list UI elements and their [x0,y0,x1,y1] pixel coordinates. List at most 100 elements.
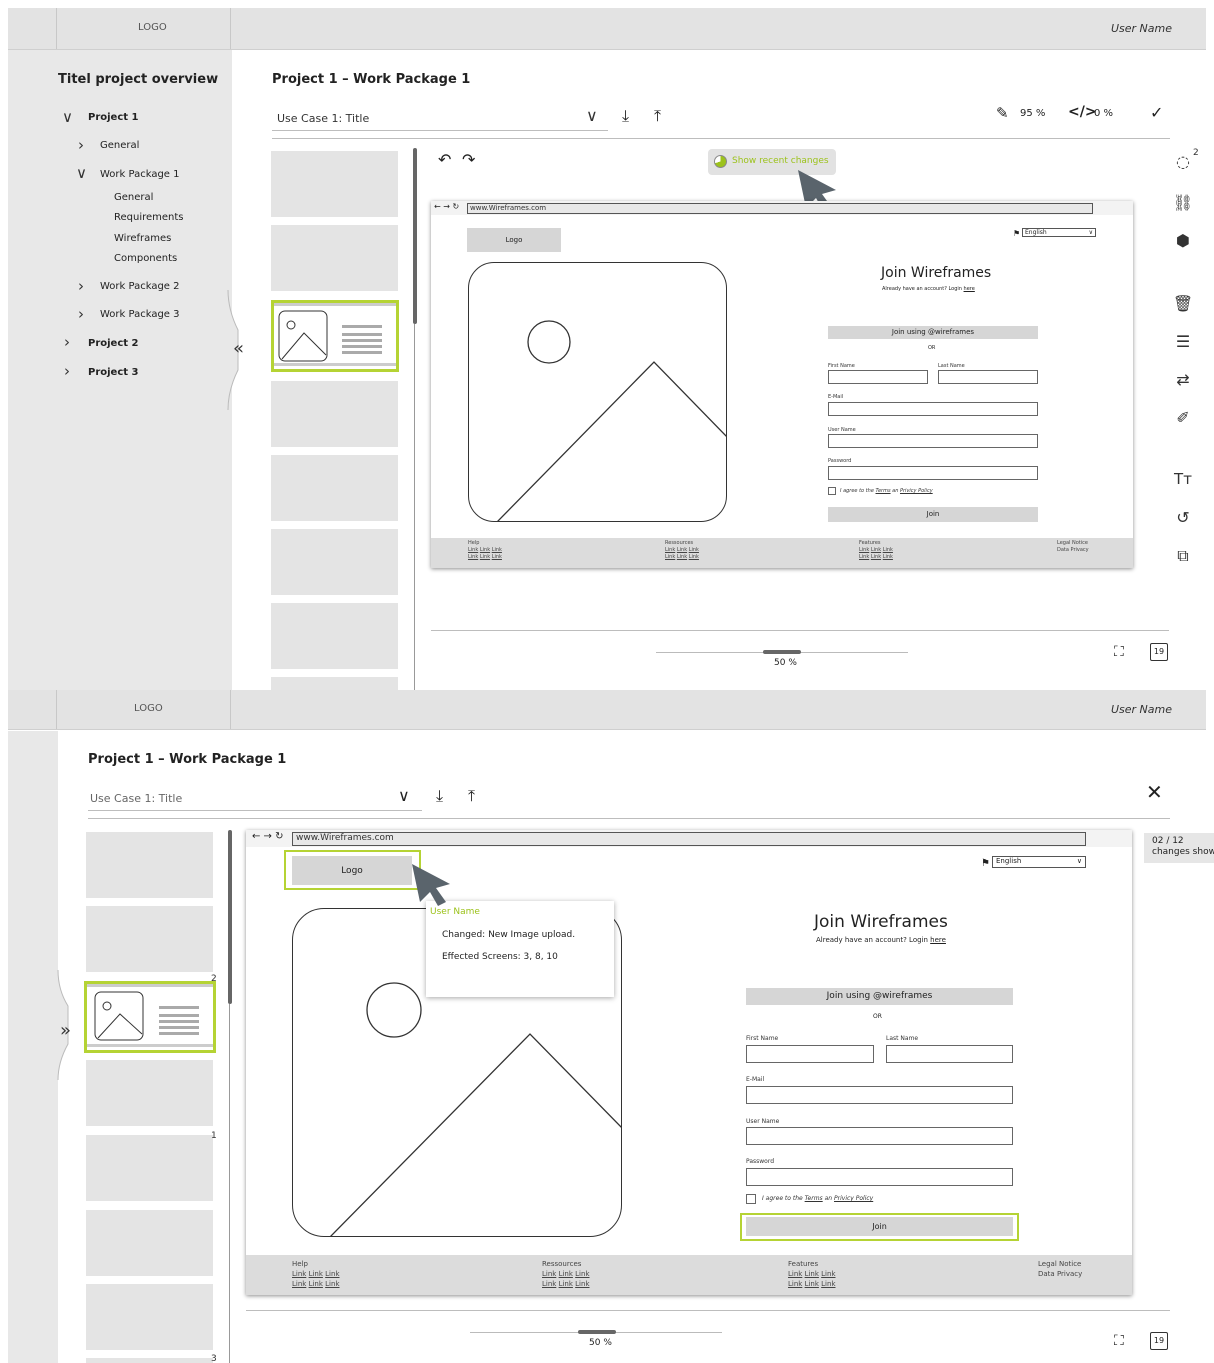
wireframe-footer: Help Link Link Link Link Link Link Resso… [246,1255,1132,1295]
trash-icon[interactable]: 🗑 [1172,292,1194,314]
thumbnail[interactable] [86,1060,213,1126]
agree-checkbox[interactable] [746,1194,756,1204]
login-link[interactable]: here [930,936,946,944]
collapse-sidebar-icon[interactable]: « [233,338,244,359]
close-icon[interactable]: ✕ [1146,780,1163,804]
thumbnail-selected[interactable] [84,981,216,1053]
tree-wp1-requirements[interactable]: Requirements [114,212,184,223]
tree-work-package-3[interactable]: Work Package 3 [100,309,180,320]
thumb-scrollbar[interactable] [413,148,417,324]
tree-general[interactable]: General [100,140,139,151]
thumbnail[interactable] [271,603,398,669]
comment-icon[interactable]: ◌ [1172,150,1194,172]
tree-project-2[interactable]: Project 2 [88,338,139,349]
last-name-field[interactable] [886,1045,1013,1063]
thumb-scrollbar[interactable] [228,830,232,1004]
wireframe-logo[interactable]: Logo [292,856,412,885]
language-select[interactable]: English ∨ [1022,228,1096,237]
tree-wp1-components[interactable]: Components [114,253,177,264]
list-icon[interactable]: ☰ [1172,330,1194,352]
password-field[interactable] [746,1168,1013,1186]
zoom-slider-handle[interactable] [578,1330,616,1334]
pencil-icon[interactable]: ✎ [996,104,1009,122]
url-text[interactable]: www.Wireframes.com [470,204,546,212]
thumbnail[interactable] [86,906,213,972]
thumb-change-badge: 2 [211,974,217,984]
sidebar-title: Titel project overview [58,72,219,87]
url-text[interactable]: www.Wireframes.com [296,833,394,843]
tree-work-package-2[interactable]: Work Package 2 [100,281,180,292]
chevron-down-icon[interactable]: ∨ [62,108,73,126]
expand-sidebar-icon[interactable]: » [60,1020,71,1041]
layers-icon[interactable]: ⧉ [1172,545,1194,567]
text-size-icon[interactable]: Tт [1172,468,1194,490]
thumbnail[interactable] [271,677,398,690]
chevron-right-icon[interactable]: › [78,136,84,154]
chevron-down-icon[interactable]: ∨ [586,106,598,125]
login-link[interactable]: here [964,286,975,292]
last-name-field[interactable] [938,370,1038,384]
thumbnail[interactable] [271,151,398,217]
tree-wp1-wireframes[interactable]: Wireframes [114,233,171,244]
user-name[interactable]: User Name [1111,22,1172,35]
calendar-icon[interactable]: 19 [1150,1332,1168,1350]
thumb-change-badge: 3 [211,1354,217,1363]
thumbnail[interactable] [86,1135,213,1201]
thumbnail-selected[interactable] [271,300,399,372]
join-using-button[interactable]: Join using @wireframes [828,326,1038,339]
username-field[interactable] [828,434,1038,448]
join-button[interactable]: Join [828,507,1038,522]
tree-work-package-1[interactable]: Work Package 1 [100,169,180,180]
join-button[interactable]: Join [746,1217,1013,1236]
chevron-down-icon[interactable]: ∨ [76,164,87,182]
thumbnail[interactable] [86,1358,213,1363]
language-select[interactable]: English ∨ [992,856,1086,868]
chevron-right-icon[interactable]: › [78,277,84,295]
undo-icon[interactable]: ↶ [438,150,451,169]
upload-icon[interactable]: ⤒ [468,786,475,806]
zoom-slider-handle[interactable] [763,650,801,654]
email-field[interactable] [828,402,1038,416]
download-icon[interactable]: ⤓ [622,106,629,126]
email-field[interactable] [746,1086,1013,1104]
redo-icon[interactable]: ↷ [462,150,475,169]
calendar-icon[interactable]: 19 [1150,643,1168,661]
user-name[interactable]: User Name [1111,703,1172,716]
thumbnail[interactable] [271,455,398,521]
tree-wp1-general[interactable]: General [114,192,153,203]
first-name-field[interactable] [746,1045,874,1063]
fullscreen-icon[interactable]: ⛶ [1114,1333,1124,1349]
fullscreen-icon[interactable]: ⛶ [1114,644,1124,660]
chevron-down-icon[interactable]: ∨ [398,786,410,805]
chevron-right-icon[interactable]: › [64,362,70,380]
box-icon[interactable]: ⬢ [1172,229,1194,251]
upload-icon[interactable]: ⤒ [654,106,661,126]
history-icon[interactable]: ↺ [1172,506,1194,528]
code-icon[interactable]: </> [1068,104,1097,120]
flag-icon: ⚑ [1013,229,1021,238]
thumbnail[interactable] [86,832,213,898]
tree-project-1[interactable]: Project 1 [88,112,139,123]
swap-icon[interactable]: ⇄ [1172,368,1194,390]
link-icon[interactable]: ⛓ [1172,191,1194,213]
join-using-button[interactable]: Join using @wireframes [746,988,1013,1005]
thumbnail[interactable] [271,225,398,291]
approve-icon[interactable]: ✓ [1150,103,1163,122]
thumbnail[interactable] [271,381,398,447]
usecase-select[interactable]: Use Case 1: Title [90,792,182,805]
password-field[interactable] [828,466,1038,480]
chevron-right-icon[interactable]: › [78,305,84,323]
first-name-field[interactable] [828,370,928,384]
nav-arrows-icon[interactable]: ← → ↻ [252,831,284,842]
nav-arrows-icon[interactable]: ← → ↻ [434,202,459,211]
usecase-select[interactable]: Use Case 1: Title [277,112,369,125]
thumbnail[interactable] [86,1210,213,1276]
chevron-right-icon[interactable]: › [64,333,70,351]
paint-brush-icon[interactable]: ✐ [1172,406,1194,428]
username-field[interactable] [746,1127,1013,1145]
thumbnail[interactable] [86,1284,213,1350]
tree-project-3[interactable]: Project 3 [88,367,139,378]
agree-checkbox[interactable] [828,487,836,495]
thumbnail[interactable] [271,529,398,595]
download-icon[interactable]: ⤓ [436,786,443,806]
